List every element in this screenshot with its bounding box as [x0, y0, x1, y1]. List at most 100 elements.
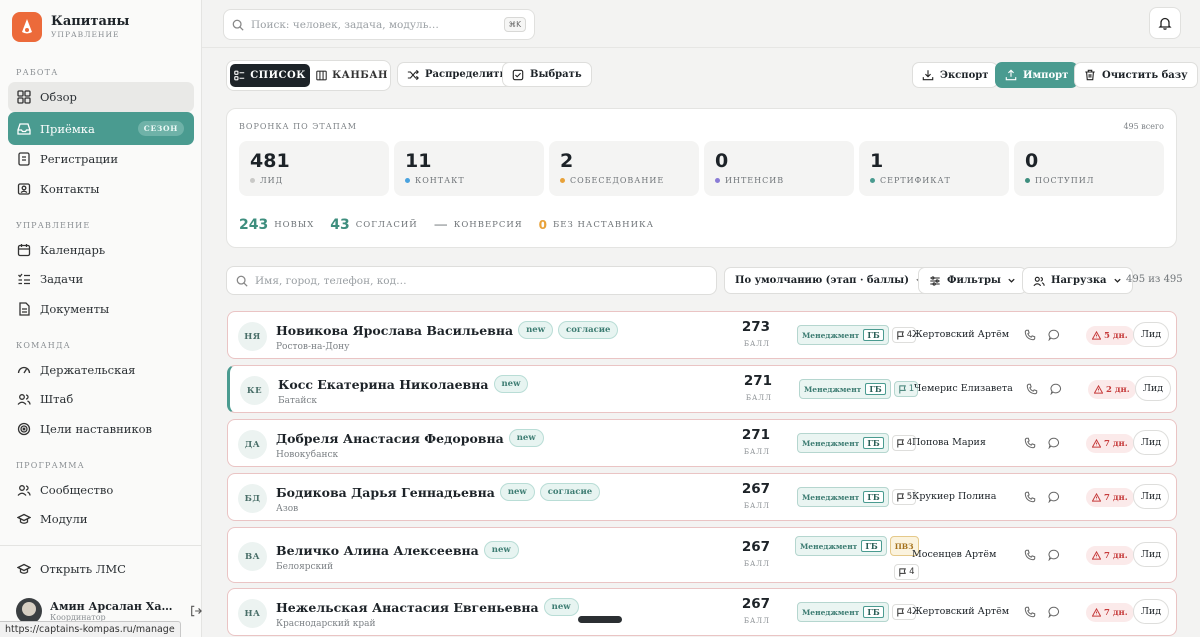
lead-tag: new: [518, 321, 554, 339]
clear-database-button[interactable]: Очистить базу: [1074, 62, 1198, 88]
mentor-name[interactable]: Жертовский Артём: [912, 606, 1009, 617]
sidebar-item-mentor-goals[interactable]: Цели наставников: [8, 414, 194, 444]
tasks-icon: [18, 273, 30, 285]
lead-name[interactable]: Новикова Ярослава Васильевна: [276, 323, 513, 338]
scroll-handle[interactable]: [578, 616, 622, 623]
users-icon: [17, 394, 31, 405]
funnel-stage[interactable]: 0 ПОСТУПИЛ: [1014, 141, 1164, 196]
logout-icon[interactable]: [190, 605, 203, 617]
chat-icon[interactable]: [1048, 549, 1060, 561]
filters-dropdown[interactable]: Фильтры: [918, 267, 1027, 294]
mentor-name[interactable]: Жертовский Артём: [912, 329, 1009, 340]
lead-name[interactable]: Косс Екатерина Николаевна: [278, 377, 489, 392]
stat-consent: 43 СОГЛАСИЙ: [330, 217, 417, 233]
sidebar-item-tasks[interactable]: Задачи: [8, 264, 194, 294]
mentor-name[interactable]: Крукиер Полина: [912, 491, 996, 502]
stage-button[interactable]: Лид: [1133, 599, 1169, 624]
open-lms-link[interactable]: Открыть ЛМС: [8, 554, 194, 584]
select-button[interactable]: Выбрать: [502, 62, 592, 87]
sliders-icon: [930, 275, 940, 286]
comments-badge[interactable]: 4: [894, 564, 919, 580]
lead-name[interactable]: Нежельская Анастасия Евгеньевна: [276, 600, 539, 615]
brand[interactable]: Капитаны УПРАВЛЕНИЕ: [12, 12, 129, 42]
team-chip-label: Менеджмент: [802, 438, 860, 448]
funnel-stage[interactable]: 2 СОБЕСЕДОВАНИЕ: [549, 141, 699, 196]
sidebar-item-holding[interactable]: Держательская: [8, 355, 194, 385]
phone-icon[interactable]: [1024, 491, 1036, 503]
team-chip-label: Менеджмент: [804, 384, 862, 394]
mentor-name[interactable]: Чемерис Елизавета: [914, 383, 1013, 394]
phone-icon[interactable]: [1024, 329, 1036, 341]
sidebar-item-overview[interactable]: Обзор: [8, 82, 194, 112]
chat-icon[interactable]: [1048, 606, 1060, 618]
mentor-name[interactable]: Мосенцев Артём: [912, 549, 996, 560]
funnel-stage[interactable]: 1 СЕРТИФИКАТ: [859, 141, 1009, 196]
lead-initials: НЯ: [238, 322, 267, 351]
sidebar-item-community[interactable]: Сообщество: [8, 475, 194, 505]
sidebar-item-hq[interactable]: Штаб: [8, 384, 194, 414]
funnel-title: ВОРОНКА ПО ЭТАПАМ: [239, 122, 357, 131]
sidebar-item-contacts[interactable]: Контакты: [8, 174, 194, 204]
chat-icon[interactable]: [1048, 437, 1060, 449]
load-label: Нагрузка: [1051, 275, 1107, 286]
sidebar-item-calendar[interactable]: Календарь: [8, 235, 194, 265]
lead-row[interactable]: НА Нежельская Анастасия Евгеньевна new Крас…: [227, 588, 1177, 636]
search-icon: [236, 275, 248, 287]
view-list-label: СПИСОК: [250, 70, 306, 81]
lead-row[interactable]: НЯ Новикова Ярослава Васильевна new согласи…: [227, 311, 1177, 359]
chat-icon[interactable]: [1048, 491, 1060, 503]
lead-search-input[interactable]: Имя, город, телефон, код…: [226, 266, 717, 295]
funnel-total: 495 всего: [1123, 122, 1164, 131]
lead-name[interactable]: Величко Алина Алексеевна: [276, 543, 479, 558]
lead-row[interactable]: ДА Добреля Анастасия Федоровна new Новокуба…: [227, 419, 1177, 467]
lead-score-label: БАЛЛ: [745, 394, 772, 402]
sidebar-item-registrations[interactable]: Регистрации: [8, 144, 194, 174]
sort-dropdown[interactable]: По умолчанию (этап · баллы): [724, 267, 935, 294]
stage-button[interactable]: Лид: [1133, 542, 1169, 567]
graduation-icon: [17, 513, 31, 524]
view-kanban-button[interactable]: КАНБАН: [315, 64, 389, 87]
sidebar-item-label: Сообщество: [40, 483, 114, 497]
funnel-stage[interactable]: 0 ИНТЕНСИВ: [704, 141, 854, 196]
funnel-stage[interactable]: 11 КОНТАКТ: [394, 141, 544, 196]
phone-icon[interactable]: [1024, 549, 1036, 561]
lead-name[interactable]: Добреля Анастасия Федоровна: [276, 431, 504, 446]
stage-button[interactable]: Лид: [1135, 376, 1171, 401]
sidebar-item-modules[interactable]: Модули: [8, 504, 194, 534]
sidebar-item-documents[interactable]: Документы: [8, 294, 194, 324]
lead-tag: new: [508, 429, 544, 447]
global-search-input[interactable]: Поиск: человек, задача, модуль… ⌘K: [223, 9, 535, 40]
phone-icon[interactable]: [1024, 437, 1036, 449]
sidebar-item-label: Задачи: [40, 272, 84, 286]
mentor-name[interactable]: Попова Мария: [912, 437, 986, 448]
load-dropdown[interactable]: Нагрузка: [1022, 267, 1133, 294]
flag-icon: [897, 607, 904, 617]
export-button[interactable]: Экспорт: [912, 62, 999, 88]
stage-count: 2: [560, 150, 574, 172]
overdue-days: 7 дн.: [1104, 607, 1128, 618]
lead-row[interactable]: КЕ Косс Екатерина Николаевна new Батайск 271…: [227, 365, 1177, 413]
chat-icon[interactable]: [1050, 383, 1062, 395]
lead-tag: new: [483, 541, 519, 559]
funnel-stage[interactable]: 481 ЛИД: [239, 141, 389, 196]
import-button[interactable]: Импорт: [995, 62, 1079, 88]
phone-icon[interactable]: [1026, 383, 1038, 395]
stage-button[interactable]: Лид: [1133, 430, 1169, 455]
open-lms-label: Открыть ЛМС: [40, 562, 126, 576]
distribute-button[interactable]: Распределить: [397, 62, 517, 87]
phone-icon[interactable]: [1024, 606, 1036, 618]
view-list-button[interactable]: СПИСОК: [230, 64, 310, 87]
sidebar-item-label: Держательская: [40, 363, 136, 377]
chat-icon[interactable]: [1048, 329, 1060, 341]
lead-row[interactable]: БД Бодикова Дарья Геннадьевна new согласие А…: [227, 473, 1177, 521]
lead-row[interactable]: ВА Величко Алина Алексеевна new Белоярский 2…: [227, 527, 1177, 583]
notifications-button[interactable]: [1149, 7, 1181, 39]
warning-icon: [1092, 608, 1101, 617]
sidebar-item-intake[interactable]: Приёмка СЕЗОН: [8, 112, 194, 145]
stage-button[interactable]: Лид: [1133, 484, 1169, 509]
user-name: Амин Арсалан Ха…: [50, 600, 173, 613]
stage-button[interactable]: Лид: [1133, 322, 1169, 347]
stat-consent-label: СОГЛАСИЙ: [355, 220, 418, 230]
stage-dot: [1025, 178, 1030, 183]
lead-name[interactable]: Бодикова Дарья Геннадьевна: [276, 485, 495, 500]
